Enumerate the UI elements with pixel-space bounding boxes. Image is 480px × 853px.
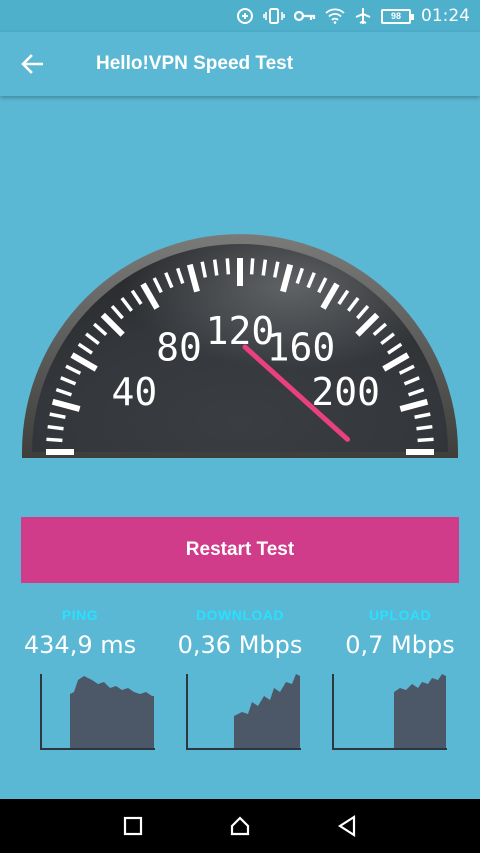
minor-tick <box>261 259 268 276</box>
arrow-back-icon <box>21 54 43 74</box>
gauge-label: 160 <box>267 325 336 369</box>
status-time: 01:24 <box>421 6 470 26</box>
recents-button[interactable] <box>113 806 153 846</box>
gauge-label: 80 <box>156 325 202 369</box>
battery-icon: 98 <box>381 8 414 24</box>
minor-tick <box>249 258 255 275</box>
ping-value: 434,9 ms <box>23 631 137 659</box>
download-value: 0,36 Mbps <box>177 631 303 659</box>
stats-panel: PING 434,9 ms DOWNLOAD 0,36 Mbps UPLOAD … <box>0 600 480 760</box>
minor-tick <box>225 258 231 275</box>
vibrate-icon <box>263 7 285 25</box>
vpn-key-icon <box>294 9 316 23</box>
minor-tick <box>416 424 433 431</box>
minor-tick <box>417 437 434 443</box>
upload-graph <box>332 674 447 750</box>
upload-value: 0,7 Mbps <box>345 631 455 659</box>
speedometer-svg: 4080 120160200 <box>22 234 458 458</box>
speedometer-gauge: 40 80 120 160 200 <box>0 120 480 500</box>
minor-tick <box>212 259 219 276</box>
ping-label: PING <box>61 607 99 623</box>
app-bar: Hello!VPN Speed Test <box>0 32 480 96</box>
ping-graph <box>40 674 155 750</box>
download-stat: DOWNLOAD 0,36 Mbps <box>160 600 320 662</box>
ping-stat: PING 434,9 ms <box>0 600 160 662</box>
minor-tick <box>46 437 63 443</box>
wifi-icon <box>325 8 345 24</box>
data-saver-icon <box>236 7 254 25</box>
system-nav-bar <box>0 799 480 853</box>
home-button[interactable] <box>220 806 260 846</box>
gauge-label: 200 <box>311 370 380 414</box>
airplane-mode-icon <box>354 7 372 25</box>
page-title: Hello!VPN Speed Test <box>96 53 294 74</box>
triangle-back-icon <box>337 815 355 837</box>
back-button[interactable] <box>0 32 64 96</box>
restart-test-button[interactable]: Restart Test <box>21 517 459 583</box>
gauge-label: 40 <box>111 370 157 414</box>
upload-stat: UPLOAD 0,7 Mbps <box>320 600 480 662</box>
download-graph <box>186 674 301 750</box>
home-icon <box>230 816 250 836</box>
status-bar: 98 01:24 <box>0 0 480 32</box>
gauge-label: 120 <box>206 309 275 353</box>
back-nav-button[interactable] <box>327 806 367 846</box>
download-label: DOWNLOAD <box>196 607 284 623</box>
upload-label: UPLOAD <box>368 607 432 623</box>
minor-tick <box>47 424 64 431</box>
square-icon <box>124 816 143 836</box>
